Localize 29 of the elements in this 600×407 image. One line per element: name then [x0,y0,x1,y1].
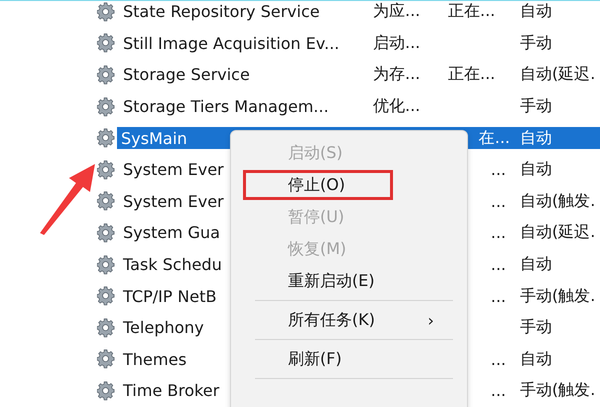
service-status: ... [490,381,507,400]
service-description: 为应... [373,1,422,22]
service-status: ... [490,223,507,242]
service-name: SysMain [120,128,188,148]
service-status: ... [490,192,507,211]
service-startup: 自动(延迟. [520,222,596,244]
service-startup: 手动(触发. [520,286,596,307]
service-startup: 自动 [520,254,553,276]
service-startup: 自动 [520,128,553,149]
submenu-arrow: › [428,310,434,330]
service-description: 优化... [373,96,422,118]
service-startup: 自动 [520,348,553,370]
service-status: ... [490,286,507,306]
service-startup: 自动(延迟. [520,64,596,86]
service-startup: 自动(触发. [520,190,596,212]
service-startup: 自动 [520,159,553,180]
service-description: 启动... [373,32,422,54]
service-startup: 手动 [520,32,553,54]
service-startup: 自动 [520,1,553,22]
service-status: 正在... [448,1,496,22]
service-startup: 手动 [520,96,553,118]
service-description: 为存... [373,64,422,86]
service-startup: 手动 [520,317,553,338]
service-status: ... [490,350,507,369]
service-startup: 手动(触发. [520,380,596,402]
service-status: 在... [478,128,511,149]
service-status: 正在... [448,64,496,86]
service-status: ... [490,160,507,180]
service-status: ... [490,255,507,274]
